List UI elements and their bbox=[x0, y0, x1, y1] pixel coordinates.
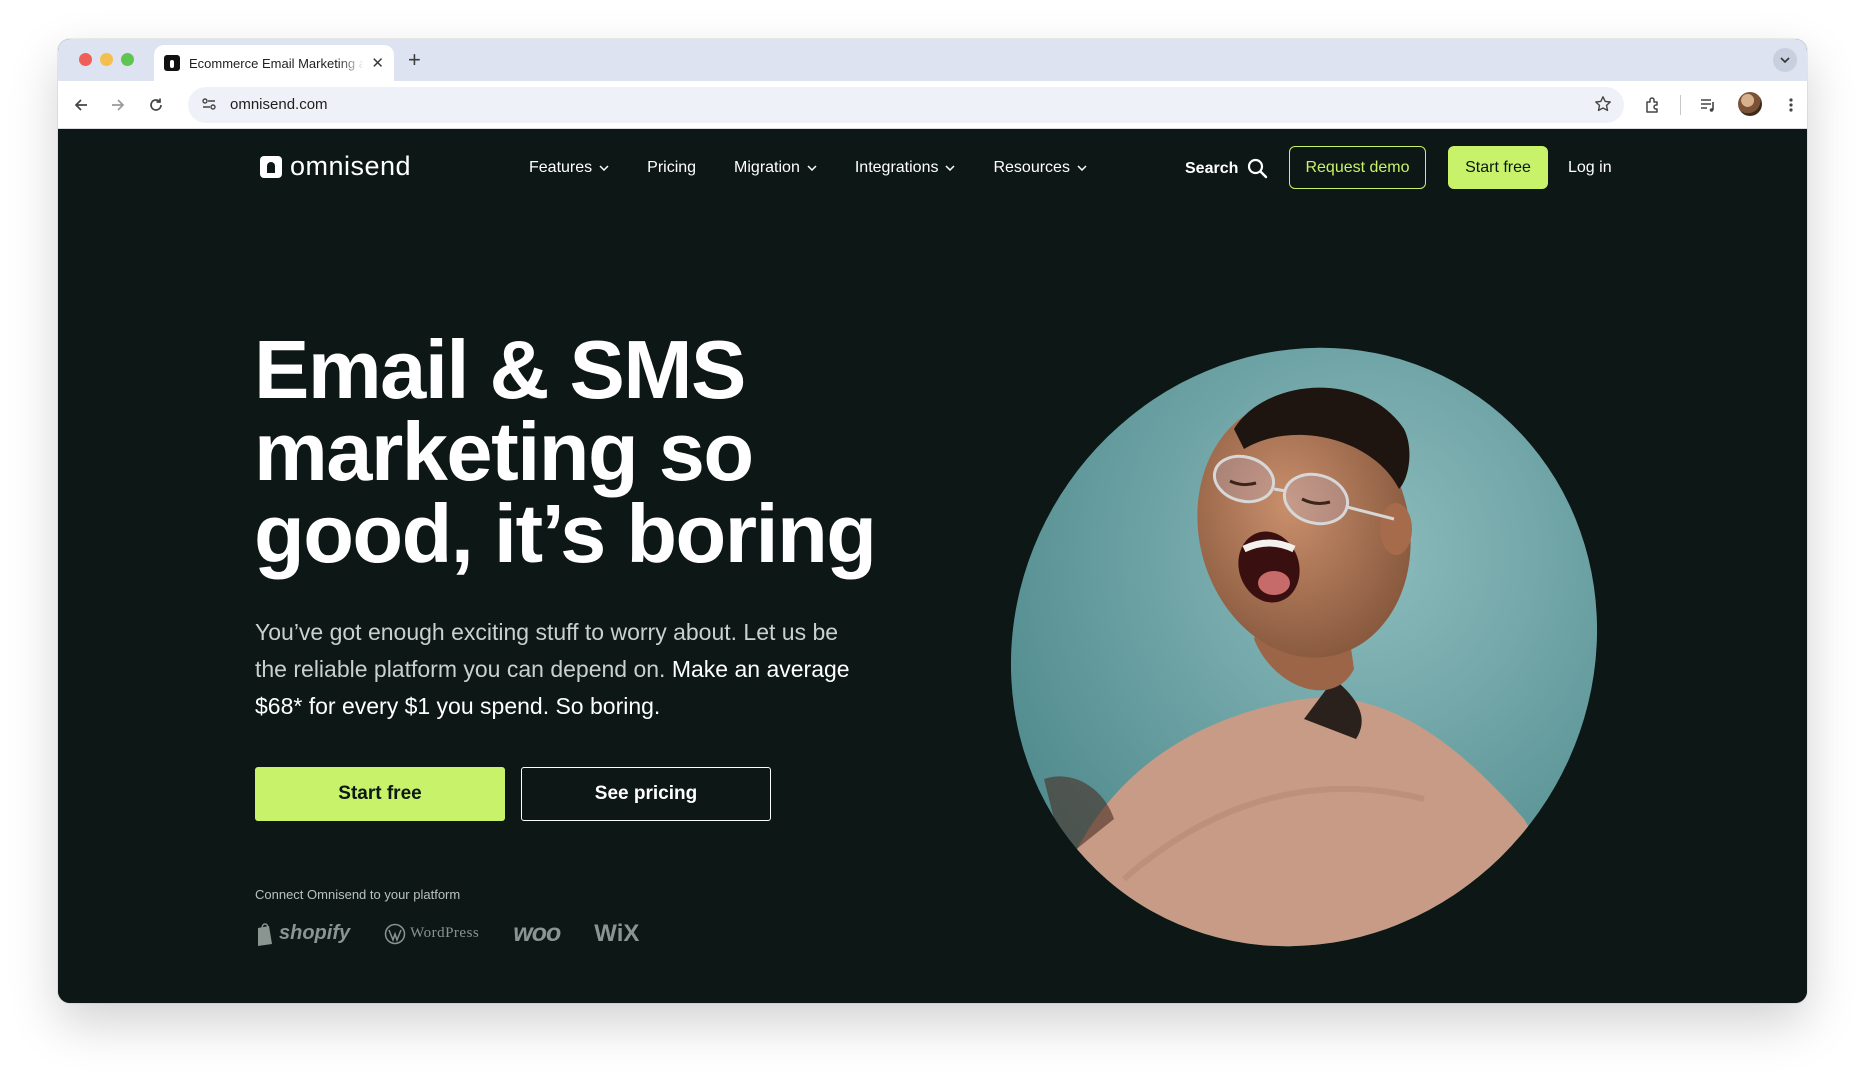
browser-window: Ecommerce Email Marketing and SMS ✕ + om… bbox=[58, 39, 1807, 1003]
browser-toolbar: omnisend.com bbox=[58, 81, 1807, 129]
main-nav: Features Pricing Migration Integrations … bbox=[529, 159, 1125, 177]
new-tab-button[interactable]: + bbox=[408, 47, 421, 73]
shopify-logo[interactable]: shopify bbox=[255, 922, 350, 946]
nav-item-label: Resources bbox=[993, 159, 1070, 176]
media-controls-icon[interactable] bbox=[1697, 94, 1719, 116]
url-text: omnisend.com bbox=[230, 96, 328, 113]
wordpress-logo[interactable]: WordPress bbox=[384, 923, 479, 945]
shopify-wordmark: shopify bbox=[279, 922, 351, 944]
profile-avatar[interactable] bbox=[1738, 92, 1762, 116]
platform-logos: shopify WordPress woo WiX bbox=[255, 919, 673, 948]
site-settings-icon[interactable] bbox=[201, 96, 217, 117]
reload-icon[interactable] bbox=[145, 94, 167, 116]
connect-platform-label: Connect Omnisend to your platform bbox=[255, 887, 461, 902]
tab-close-icon[interactable]: ✕ bbox=[371, 56, 384, 71]
wix-logo[interactable]: WiX bbox=[594, 920, 639, 948]
search-button[interactable]: Search bbox=[1185, 158, 1268, 179]
woo-logo[interactable]: woo bbox=[513, 919, 561, 948]
hero-start-free-button[interactable]: Start free bbox=[255, 767, 505, 821]
omnisend-page: omnisend Features Pricing Migration Inte… bbox=[58, 129, 1807, 1003]
nav-item-label: Features bbox=[529, 159, 593, 176]
wordpress-wordmark: WordPress bbox=[410, 925, 480, 941]
search-label: Search bbox=[1185, 159, 1239, 177]
nav-item-pricing[interactable]: Pricing bbox=[647, 159, 696, 177]
extensions-icon[interactable] bbox=[1642, 94, 1664, 116]
omnisend-favicon-icon bbox=[164, 55, 180, 71]
chevron-down-icon bbox=[1077, 165, 1087, 171]
toolbar-divider bbox=[1680, 95, 1681, 115]
hero-title: Email & SMS marketing so good, it’s bori… bbox=[254, 323, 877, 580]
close-window-button[interactable] bbox=[79, 53, 92, 66]
nav-item-label: Migration bbox=[734, 159, 800, 176]
chevron-down-icon bbox=[807, 165, 817, 171]
address-bar[interactable]: omnisend.com bbox=[188, 87, 1624, 123]
hero-subtitle: You’ve got enough exciting stuff to worr… bbox=[255, 614, 875, 725]
woo-wordmark: woo bbox=[513, 919, 561, 947]
browser-tab[interactable]: Ecommerce Email Marketing and SMS ✕ bbox=[154, 45, 394, 81]
omnisend-logo[interactable]: omnisend bbox=[260, 151, 411, 182]
chevron-down-icon bbox=[945, 165, 955, 171]
forward-arrow-icon[interactable] bbox=[107, 94, 129, 116]
hero-photo bbox=[1004, 339, 1604, 954]
chevron-down-icon bbox=[599, 165, 609, 171]
nav-item-label: Integrations bbox=[854, 159, 939, 176]
nav-start-free-button[interactable]: Start free bbox=[1448, 146, 1548, 189]
tab-title: Ecommerce Email Marketing and SMS bbox=[189, 55, 364, 71]
wordpress-icon bbox=[384, 923, 406, 944]
wix-wordmark: WiX bbox=[594, 919, 640, 947]
maximize-window-button[interactable] bbox=[121, 53, 134, 66]
nav-item-migration[interactable]: Migration bbox=[734, 159, 817, 177]
search-icon bbox=[1248, 158, 1268, 179]
see-pricing-button[interactable]: See pricing bbox=[521, 767, 771, 821]
back-arrow-icon[interactable] bbox=[70, 94, 92, 116]
nav-item-resources[interactable]: Resources bbox=[993, 159, 1087, 177]
nav-item-label: Pricing bbox=[647, 159, 697, 176]
log-in-link[interactable]: Log in bbox=[1568, 159, 1612, 177]
browser-menu-icon[interactable] bbox=[1780, 94, 1802, 116]
omnisend-logo-icon bbox=[260, 155, 282, 178]
nav-item-integrations[interactable]: Integrations bbox=[855, 159, 956, 177]
tab-strip: Ecommerce Email Marketing and SMS ✕ + bbox=[58, 39, 1807, 81]
logo-text: omnisend bbox=[290, 151, 412, 181]
tab-search-dropdown-icon[interactable] bbox=[1773, 48, 1797, 72]
nav-item-features[interactable]: Features bbox=[529, 159, 609, 177]
shopify-bag-icon bbox=[258, 922, 272, 946]
minimize-window-button[interactable] bbox=[100, 53, 113, 66]
request-demo-button[interactable]: Request demo bbox=[1289, 146, 1426, 189]
bookmark-star-icon[interactable] bbox=[1594, 95, 1612, 118]
